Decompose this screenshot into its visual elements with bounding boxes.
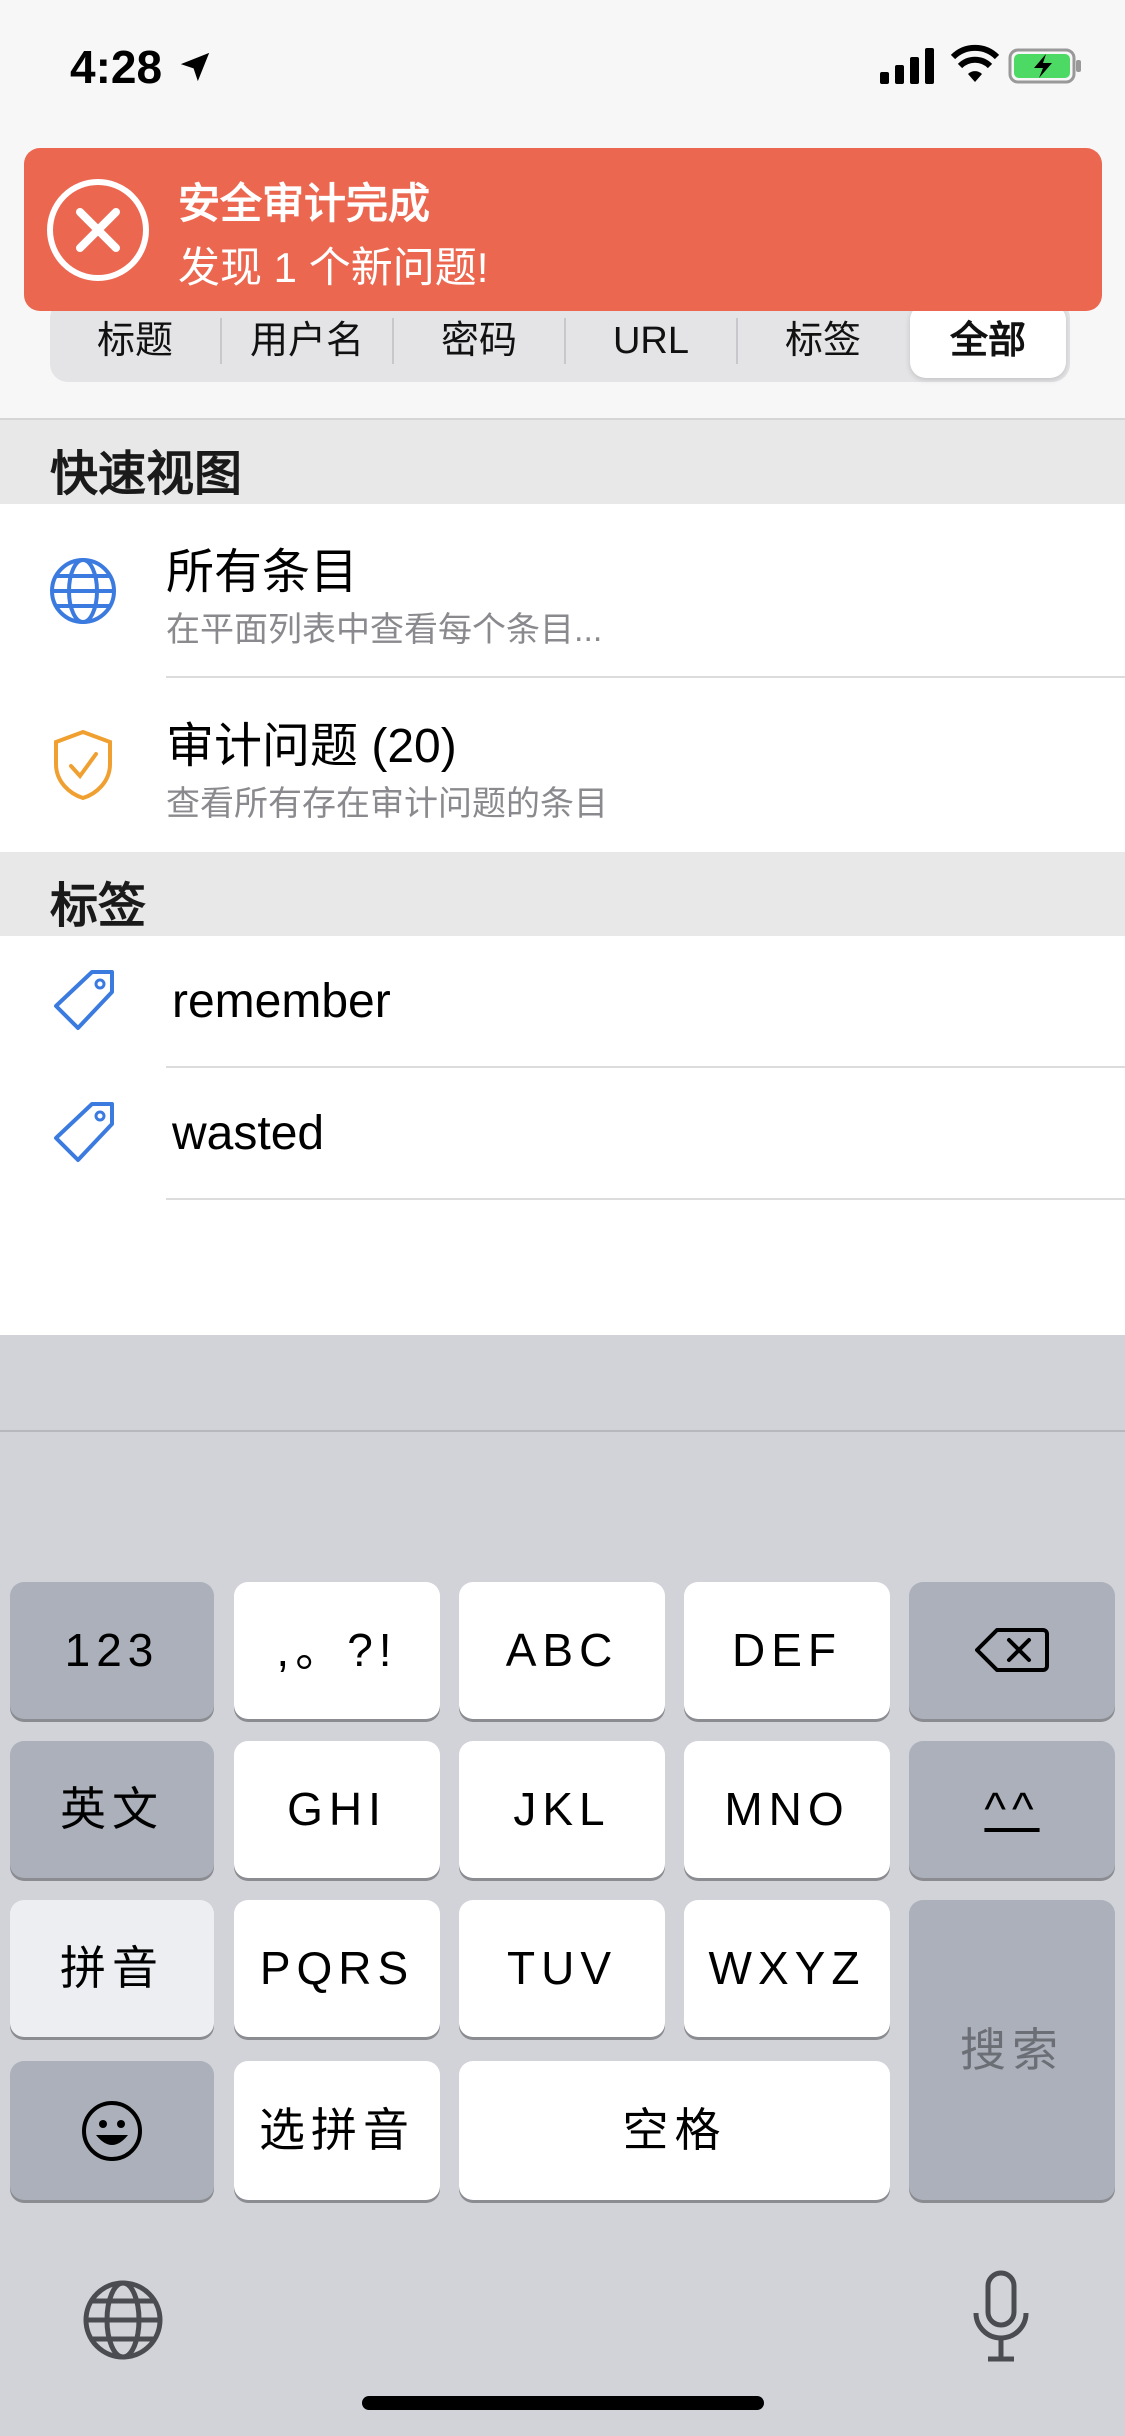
home-indicator[interactable] xyxy=(362,2396,764,2410)
scope-password[interactable]: 密码 xyxy=(394,300,564,382)
section-title: 快速视图 xyxy=(50,448,243,501)
shield-check-icon xyxy=(54,729,112,801)
tag-label: wasted xyxy=(172,1107,325,1160)
tag-icon xyxy=(54,970,114,1030)
wifi-icon xyxy=(950,44,1000,82)
quick-view-all-entries[interactable]: 所有条目 在平面列表中查看每个条目... xyxy=(0,504,1125,678)
key-wxyz[interactable]: WXYZ xyxy=(684,1900,890,2037)
backspace-icon xyxy=(975,1628,1049,1672)
row-title: 审计问题 (20) xyxy=(166,720,457,773)
key-search[interactable]: 搜索 xyxy=(909,1900,1115,2200)
keyboard-candidate-bar-divider xyxy=(0,1430,1125,1432)
scope-url[interactable]: URL xyxy=(566,300,736,382)
key-123[interactable]: 123 xyxy=(10,1582,214,1719)
battery-charging-icon xyxy=(1008,48,1081,84)
tag-item[interactable]: remember xyxy=(0,936,1125,1068)
key-pqrs[interactable]: PQRS xyxy=(234,1900,440,2037)
key-jkl[interactable]: JKL xyxy=(459,1741,665,1878)
key-select-pinyin[interactable]: 选拼音 xyxy=(234,2061,440,2200)
globe-icon xyxy=(50,558,116,624)
tags-header: 标签 xyxy=(0,852,1125,936)
key-backspace[interactable] xyxy=(909,1582,1115,1719)
banner-title: 安全审计完成 xyxy=(178,180,431,227)
status-time: 4:28 xyxy=(70,41,163,93)
tag-label: remember xyxy=(172,975,391,1028)
quick-views-header: 快速视图 xyxy=(0,420,1125,504)
banner-message: 发现 1 个新问题! xyxy=(178,244,489,291)
cellular-signal-icon xyxy=(880,48,934,84)
scope-username[interactable]: 用户名 xyxy=(222,300,392,382)
key-abc[interactable]: ABC xyxy=(459,1582,665,1719)
status-bar: 4:28 xyxy=(0,0,1125,140)
quick-view-audit-issues[interactable]: 审计问题 (20) 查看所有存在审计问题的条目 xyxy=(0,678,1125,852)
tag-item[interactable]: wasted xyxy=(0,1068,1125,1200)
key-mno[interactable]: MNO xyxy=(684,1741,890,1878)
key-punctuation[interactable]: ,。?! xyxy=(234,1582,440,1719)
audit-complete-banner[interactable]: 安全审计完成 发现 1 个新问题! xyxy=(24,148,1102,311)
row-subtitle: 查看所有存在审计问题的条目 xyxy=(166,785,608,823)
scope-tags[interactable]: 标签 xyxy=(738,300,908,382)
key-tuv[interactable]: TUV xyxy=(459,1900,665,2037)
microphone-icon[interactable] xyxy=(968,2269,1034,2365)
key-space[interactable]: 空格 xyxy=(459,2061,890,2200)
globe-keyboard-switch-icon[interactable] xyxy=(82,2279,164,2361)
key-emoji[interactable] xyxy=(10,2061,214,2200)
keyboard: 123 ,。?! ABC DEF 英文 GHI JKL MNO ^^ 拼音 PQ… xyxy=(0,1335,1125,2436)
row-divider xyxy=(166,1198,1125,1200)
emoji-smiley-icon xyxy=(82,2101,142,2161)
key-emoticon[interactable]: ^^ xyxy=(909,1741,1115,1878)
section-title: 标签 xyxy=(50,880,147,933)
row-title: 所有条目 xyxy=(166,546,359,599)
location-arrow-icon xyxy=(180,52,210,82)
scope-title[interactable]: 标题 xyxy=(50,300,220,382)
search-scope-segmented-control[interactable]: 标题 用户名 密码 URL 标签 全部 xyxy=(50,300,1070,382)
error-x-circle-icon xyxy=(47,179,149,281)
key-def[interactable]: DEF xyxy=(684,1582,890,1719)
key-english[interactable]: 英文 xyxy=(10,1741,214,1878)
scope-all[interactable]: 全部 xyxy=(910,304,1066,378)
key-pinyin[interactable]: 拼音 xyxy=(10,1900,214,2037)
tag-icon xyxy=(54,1102,114,1162)
key-ghi[interactable]: GHI xyxy=(234,1741,440,1878)
row-subtitle: 在平面列表中查看每个条目... xyxy=(166,611,603,649)
